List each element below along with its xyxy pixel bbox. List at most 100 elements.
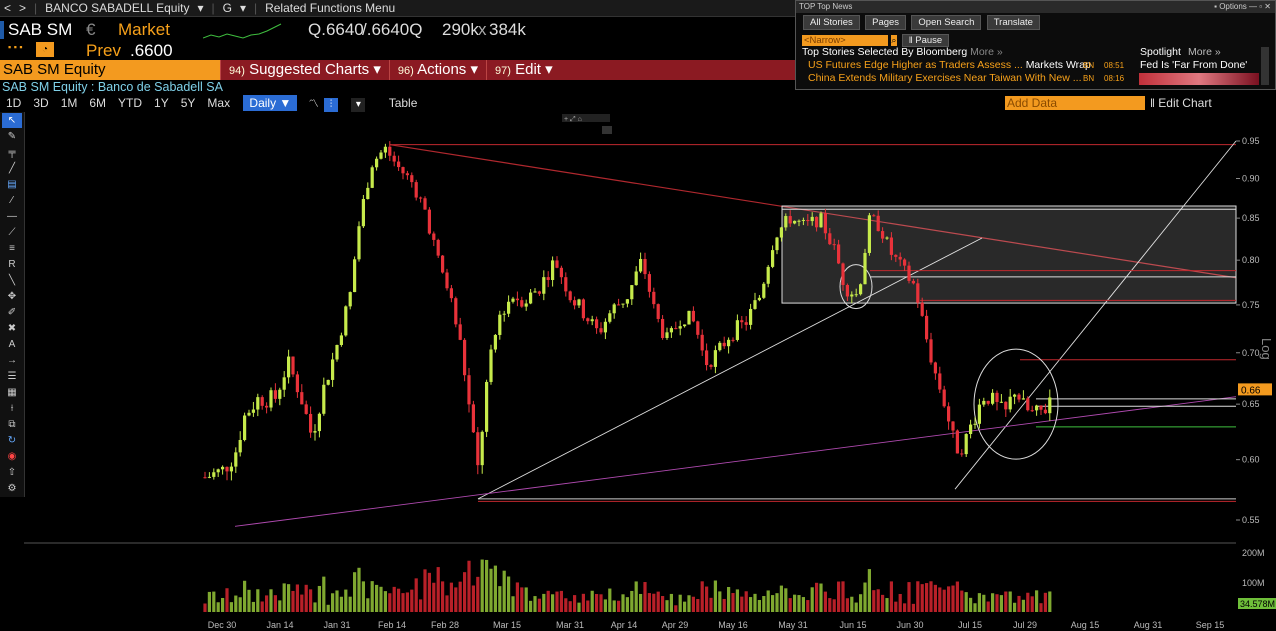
candle: [331, 352, 335, 387]
candle: [427, 207, 431, 235]
candle: [216, 468, 220, 477]
volume-bar: [533, 596, 537, 612]
back-button[interactable]: <: [4, 1, 11, 15]
candle-chart-icon[interactable]: ⫶: [324, 98, 338, 112]
period-1m[interactable]: 1M: [55, 95, 84, 111]
volume-bar: [370, 581, 374, 612]
last-price-label: 0.66: [1241, 385, 1261, 396]
candle: [476, 427, 480, 475]
candle: [225, 466, 229, 481]
period-1y[interactable]: 1Y: [148, 95, 175, 111]
search-icon[interactable]: ⌕: [891, 35, 898, 46]
candle: [647, 271, 651, 298]
ask-size: 384k: [489, 20, 526, 39]
candle: [445, 268, 449, 291]
volume-bar: [559, 590, 563, 612]
period-max[interactable]: Max: [201, 95, 236, 111]
volume-bar: [960, 590, 964, 612]
candle: [740, 315, 744, 329]
forward-button[interactable]: >: [19, 1, 26, 15]
news-more-link[interactable]: More »: [970, 46, 1003, 58]
volume-bar: [850, 596, 854, 612]
chevron-down-icon[interactable]: ▾: [197, 1, 203, 15]
security-field[interactable]: SAB SM Equity: [0, 60, 220, 80]
related-functions-menu[interactable]: Related Functions Menu: [265, 1, 395, 15]
volume-bar: [718, 591, 722, 612]
candle: [744, 316, 748, 331]
candle: [727, 337, 731, 354]
spotlight-thumbnail[interactable]: [1139, 73, 1259, 85]
range-box[interactable]: [781, 205, 1237, 304]
table-button[interactable]: Table: [383, 95, 424, 111]
candle: [458, 317, 462, 341]
candle: [313, 424, 317, 441]
candle: [471, 400, 475, 434]
security-menu[interactable]: BANCO SABADELL Equity: [45, 1, 189, 15]
candle: [705, 343, 709, 371]
volume-bar: [982, 594, 986, 612]
purple-trend-line[interactable]: [234, 396, 1237, 527]
candle: [300, 384, 304, 405]
market-status: Market: [118, 20, 170, 39]
volume-bar: [507, 576, 511, 612]
price-chart[interactable]: 0.95 0.90 0.85 0.80 0.75 0.70 0.65 0.60 0.55 0.66…: [0, 112, 1276, 631]
volume-bar: [397, 588, 401, 612]
candlestick-series: [203, 141, 1052, 481]
volume-bar: [388, 593, 392, 612]
edit-chart-button[interactable]: ‖ Edit Chart: [1150, 96, 1212, 110]
candle: [454, 296, 458, 328]
candle: [982, 397, 986, 407]
trend-ray[interactable]: [954, 140, 1237, 490]
period-ytd[interactable]: YTD: [112, 95, 148, 111]
frequency-select[interactable]: Daily ▼: [243, 95, 298, 111]
news-narrow-input[interactable]: <Narrow>: [802, 35, 888, 46]
chart-zoom-controls[interactable]: + ⤢ ⌂: [562, 114, 612, 134]
candle: [546, 271, 550, 288]
volume-bar: [511, 596, 515, 612]
chevron-down-icon[interactable]: ▾: [240, 1, 246, 15]
line-chart-icon[interactable]: 〽: [307, 98, 321, 112]
volume-bar: [256, 589, 260, 612]
options-menu[interactable]: Options: [1219, 2, 1247, 11]
news-translate[interactable]: Translate: [986, 15, 1040, 30]
volume-bar: [819, 583, 823, 612]
period-5y[interactable]: 5Y: [175, 95, 202, 111]
spotlight-more-link[interactable]: More »: [1188, 46, 1221, 59]
news-tab-pages[interactable]: Pages: [865, 15, 907, 30]
volume-bar: [207, 591, 211, 612]
period-1d[interactable]: 1D: [0, 95, 27, 111]
volume-bar: [1021, 599, 1025, 612]
pause-label: Pause: [915, 35, 943, 46]
candle: [555, 256, 559, 269]
volume-bar: [238, 597, 242, 612]
volume-bar: [375, 584, 379, 612]
news-open-search[interactable]: Open Search: [911, 15, 982, 30]
candle: [718, 341, 722, 352]
candle: [348, 291, 352, 310]
news-scrollbar[interactable]: [1261, 47, 1269, 85]
candle: [388, 141, 392, 162]
volume-bar: [445, 595, 449, 612]
candle: [265, 402, 269, 414]
candle: [379, 150, 383, 160]
g-menu[interactable]: G: [223, 1, 232, 15]
period-6m[interactable]: 6M: [83, 95, 112, 111]
period-3d[interactable]: 3D: [27, 95, 54, 111]
gauge-icon[interactable]: ◔: [36, 42, 54, 57]
edit-menu[interactable]: 97) Edit ▾: [486, 60, 561, 80]
volume-bar: [753, 593, 757, 612]
candle: [775, 236, 779, 255]
candle: [929, 332, 933, 365]
candle: [397, 155, 401, 171]
news-window-controls[interactable]: ▪ Options — ▫ ✕: [1214, 1, 1271, 13]
actions-menu[interactable]: 96) Actions ▾: [388, 60, 486, 80]
ask-price: /.6640Q: [362, 20, 423, 39]
chevron-down-icon[interactable]: ▾: [351, 98, 366, 112]
size-separator: x: [478, 20, 487, 39]
add-data-input[interactable]: Add Data: [1005, 96, 1145, 110]
news-tab-all-stories[interactable]: All Stories: [803, 15, 860, 30]
spotlight-story[interactable]: Fed Is 'Far From Done': [1140, 59, 1247, 71]
suggested-charts-menu[interactable]: 94) Suggested Charts ▾: [220, 60, 389, 80]
volume-bar: [595, 594, 599, 612]
candle: [669, 326, 673, 338]
